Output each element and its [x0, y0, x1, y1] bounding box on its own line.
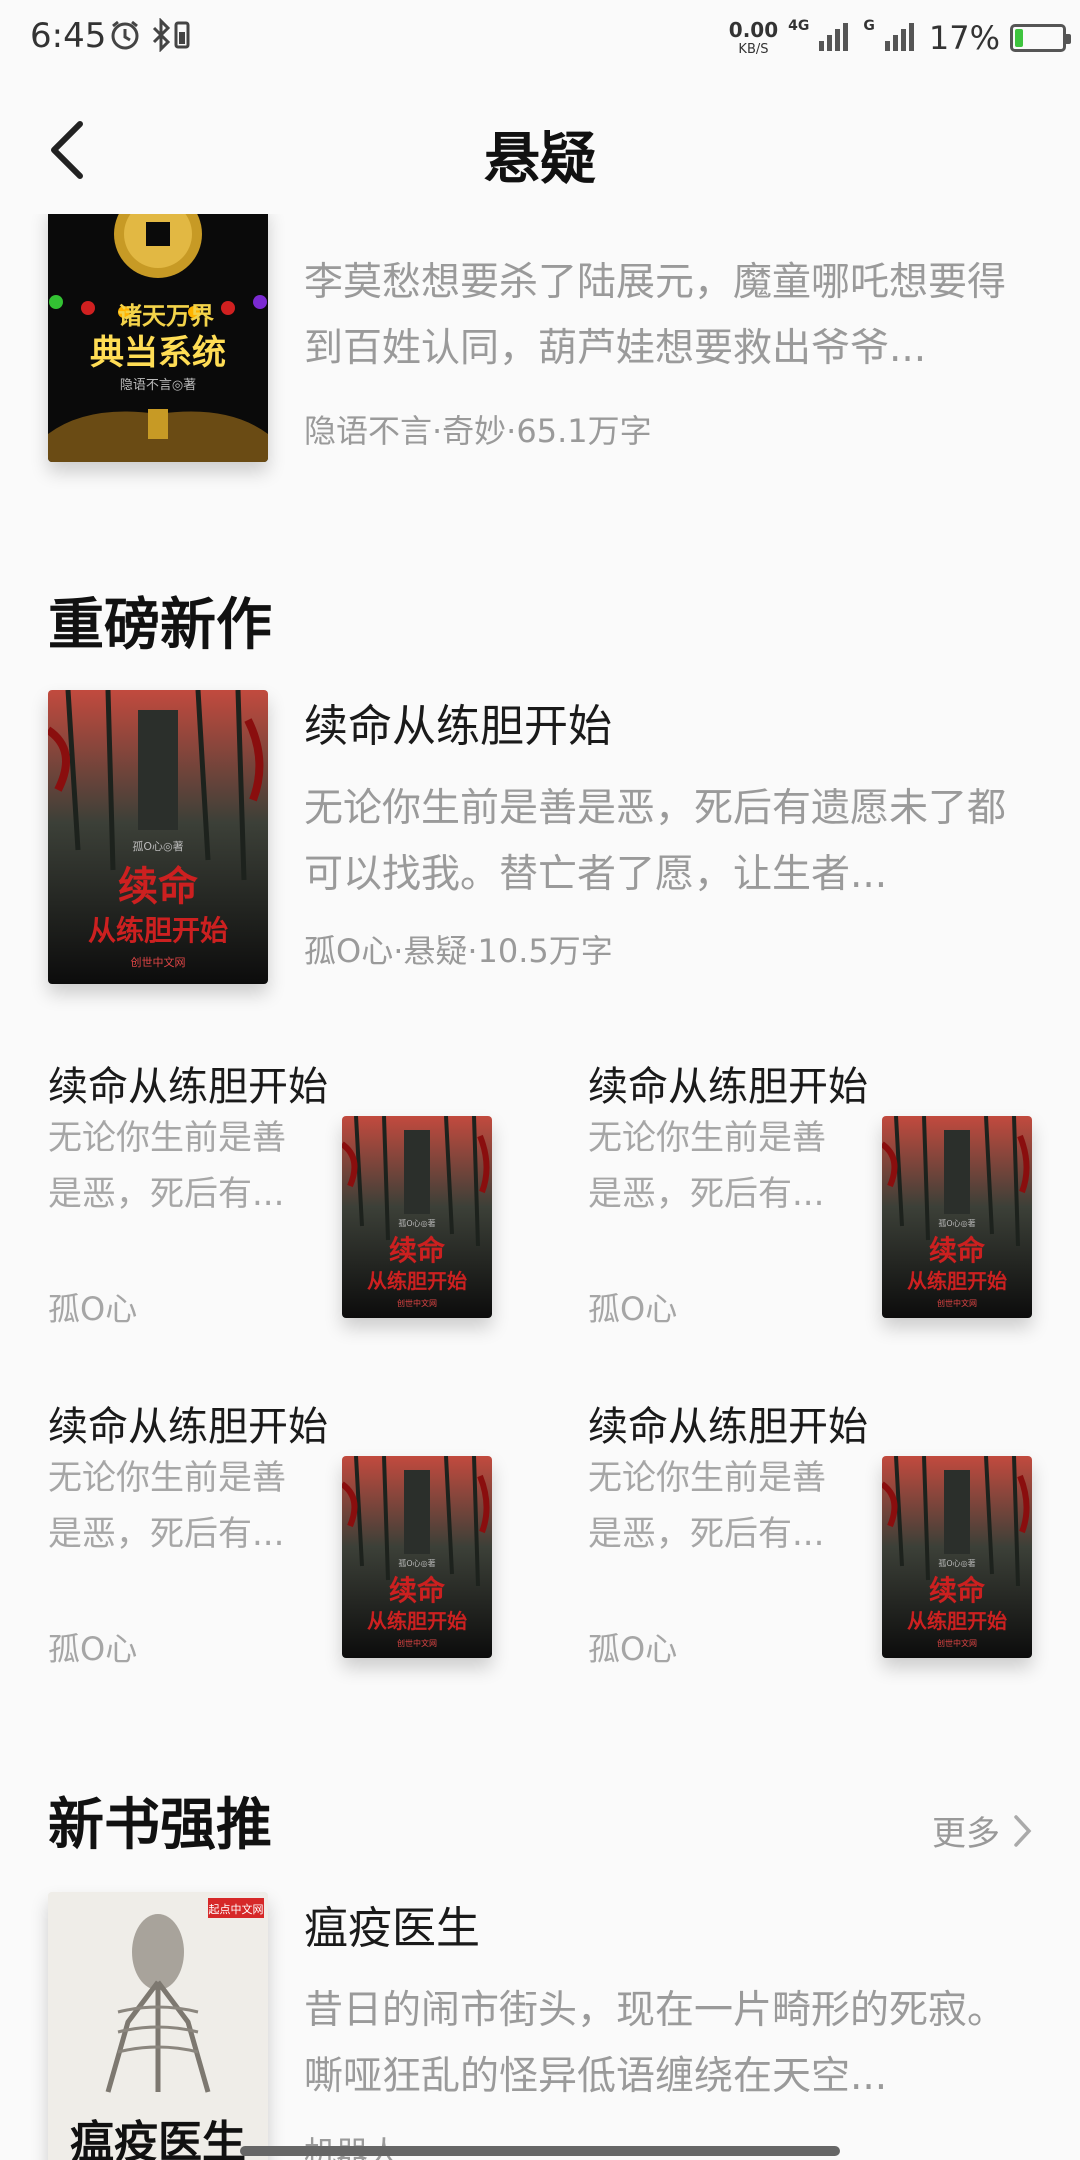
- section-title-new: 重磅新作: [48, 592, 272, 658]
- book-description: 无论你生前是善是恶，死后有...: [588, 1458, 826, 1554]
- book-author: 孤O心: [48, 1290, 138, 1328]
- book-description: 昔日的闹市街头，现在一片畸形的死寂。嘶哑狂乱的怪异低语缠绕在天空...: [304, 1988, 1007, 2099]
- svg-text:起点中文网: 起点中文网: [209, 1902, 264, 1916]
- book-info: 瘟疫医生 昔日的闹市街头，现在一片畸形的死寂。嘶哑狂乱的怪异低语缠绕在天空...…: [304, 1892, 1032, 2160]
- grid-book-card[interactable]: 续命从练胆开始 无论你生前是善是恶，死后有... 孤O心: [588, 1054, 1032, 1354]
- net-speed: 0.00 KB/S: [728, 18, 779, 57]
- book-cover: [882, 1116, 1032, 1318]
- signal-icon-2: [884, 21, 919, 55]
- section-title-push: 新书强推: [48, 1792, 272, 1858]
- svg-text:诸天万界: 诸天万界: [118, 302, 214, 330]
- book-cover: 续命 从练胆开始 孤O心◎著 创世中文网: [48, 690, 268, 984]
- svg-text:典当系统: 典当系统: [90, 333, 226, 373]
- more-link[interactable]: 更多: [932, 1806, 1032, 1855]
- battery-percent: 17%: [928, 19, 1000, 57]
- more-label: 更多: [932, 1814, 1000, 1854]
- page-title: 悬疑: [484, 126, 596, 192]
- book-cover: [342, 1116, 492, 1318]
- header: 悬疑: [0, 76, 1080, 224]
- book-title: 续命从练胆开始: [588, 1064, 868, 1110]
- network-type-label-2: G: [863, 18, 875, 34]
- book-description: 无论你生前是善是恶，死后有...: [48, 1458, 286, 1554]
- home-indicator[interactable]: [240, 2146, 840, 2156]
- chevron-right-icon: [1014, 1814, 1032, 1847]
- svg-text:创世中文网: 创世中文网: [131, 955, 186, 969]
- book-description: 无论你生前是善是恶，死后有遗愿未了都可以找我。替亡者了愿，让生者...: [304, 786, 1007, 897]
- network-type-label: 4G: [788, 18, 810, 34]
- book-author: 孤O心: [48, 1630, 138, 1668]
- book-description: 无论你生前是善是恶，死后有...: [588, 1118, 826, 1214]
- grid-book-card[interactable]: 续命从练胆开始 无论你生前是善是恶，死后有... 孤O心: [48, 1054, 492, 1354]
- grid-book-card[interactable]: 续命从练胆开始 无论你生前是善是恶，死后有... 孤O心: [588, 1394, 1032, 1694]
- book-info: 李莫愁想要杀了陆展元，魔童哪吒想要得到百姓认同，葫芦娃想要救出爷爷... 隐语不…: [304, 250, 1032, 452]
- featured-book[interactable]: 起点中文网 瘟疫医生 瘟疫医生 昔日的闹市街头，现在一片畸形的死寂。嘶哑狂乱的怪…: [48, 1892, 1032, 2160]
- signal-icon: [819, 21, 853, 55]
- book-info: 续命从练胆开始 无论你生前是善是恶，死后有遗愿未了都可以找我。替亡者了愿，让生者…: [304, 690, 1032, 972]
- book-description: 无论你生前是善是恶，死后有...: [48, 1118, 286, 1214]
- alarm-icon: [108, 18, 142, 56]
- svg-text:瘟疫医生: 瘟疫医生: [70, 2117, 246, 2160]
- battery-icon: [1010, 24, 1071, 52]
- svg-text:孤O心◎著: 孤O心◎著: [132, 839, 183, 853]
- book-description: 李莫愁想要杀了陆展元，魔童哪吒想要得到百姓认同，葫芦娃想要救出爷爷...: [304, 260, 1007, 371]
- book-item[interactable]: 诸天万界 典当系统 隐语不言◎著 李莫愁想要杀了陆展元，魔童哪吒想要得到百姓认同…: [48, 214, 1032, 474]
- book-title: 瘟疫医生: [304, 1903, 480, 1954]
- book-title: 续命从练胆开始: [48, 1064, 328, 1110]
- book-title: 续命从练胆开始: [588, 1404, 868, 1450]
- svg-text:续命: 续命: [118, 864, 198, 910]
- book-cover: [342, 1456, 492, 1658]
- book-author: 孤O心: [588, 1290, 678, 1328]
- book-title: 续命从练胆开始: [304, 701, 612, 752]
- status-time: 6:45: [30, 16, 107, 56]
- status-bar: 6:45 0.00 KB/S 4G G 17%: [0, 0, 1080, 76]
- book-meta: 孤O心·悬疑·10.5万字: [304, 932, 613, 970]
- svg-text:隐语不言◎著: 隐语不言◎著: [120, 378, 196, 393]
- book-author: 孤O心: [588, 1630, 678, 1668]
- svg-text:从练胆开始: 从练胆开始: [88, 914, 228, 947]
- book-meta: 隐语不言·奇妙·65.1万字: [304, 412, 652, 450]
- grid-book-card[interactable]: 续命从练胆开始 无论你生前是善是恶，死后有... 孤O心: [48, 1394, 492, 1694]
- book-cover: [882, 1456, 1032, 1658]
- book-cover: 起点中文网 瘟疫医生: [48, 1892, 268, 2160]
- book-title: 续命从练胆开始: [48, 1404, 328, 1450]
- bluetooth-battery-icon: [150, 17, 194, 56]
- featured-book[interactable]: 续命 从练胆开始 孤O心◎著 创世中文网 续命从练胆开始 无论你生前是善是恶，死…: [48, 690, 1032, 986]
- book-cover: 诸天万界 典当系统 隐语不言◎著: [48, 214, 268, 462]
- content-scroll[interactable]: 诸天万界 典当系统 隐语不言◎著 李莫愁想要杀了陆展元，魔童哪吒想要得到百姓认同…: [0, 214, 1080, 2160]
